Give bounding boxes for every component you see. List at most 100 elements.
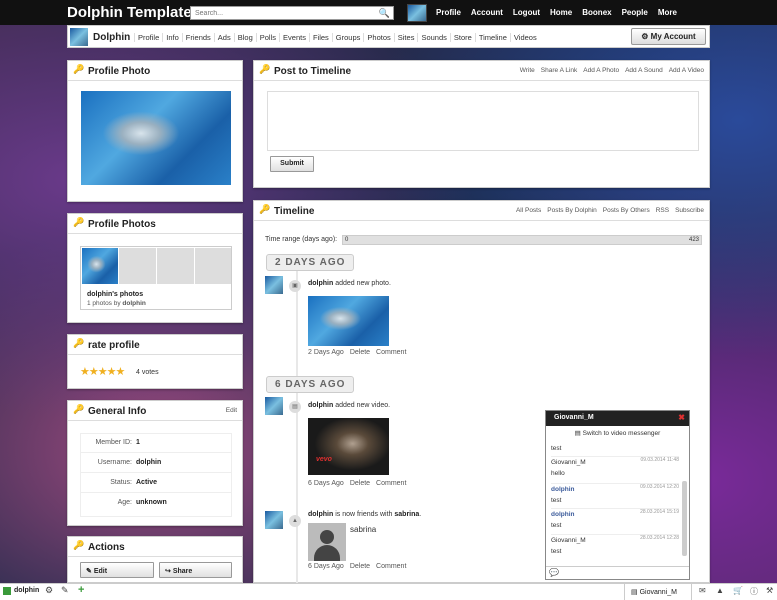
friend-avatar[interactable] — [308, 523, 346, 561]
rating-stars[interactable]: ★★★★★ — [80, 365, 125, 378]
filter-by-dolphin[interactable]: Posts By Dolphin — [547, 207, 597, 214]
edit-icon[interactable]: ✎ — [61, 585, 69, 596]
nav-more[interactable]: More — [658, 8, 677, 17]
entry-user[interactable]: dolphin — [308, 402, 333, 409]
close-icon[interactable]: ✖ — [678, 413, 685, 422]
subnav-item[interactable]: Store — [449, 33, 475, 42]
chat-tab[interactable]: ▤ Giovanni_M — [624, 584, 692, 600]
rss-link[interactable]: RSS — [656, 207, 669, 214]
subnav-item[interactable]: Timeline — [474, 33, 510, 42]
avatar[interactable] — [265, 276, 283, 294]
message-time: 09.03.2014 11:48 — [640, 457, 679, 463]
gear-icon[interactable]: ⚙ — [45, 585, 53, 596]
entry-meta: 6 Days Ago Delete Comment — [308, 563, 406, 570]
share-link-tool[interactable]: Share A Link — [541, 67, 578, 74]
subnav-item[interactable]: Info — [162, 33, 182, 42]
search-input[interactable] — [191, 7, 371, 19]
subnav-item[interactable]: Files — [308, 33, 332, 42]
key-icon: 🔑 — [73, 540, 85, 550]
comment-link[interactable]: Comment — [376, 480, 406, 487]
key-icon: 🔑 — [73, 338, 85, 348]
info-row: Username: dolphin — [80, 453, 232, 473]
range-min: 0 — [345, 237, 349, 243]
top-nav: Profile Account Logout Home Boonex Peopl… — [436, 8, 687, 17]
add-icon[interactable]: + — [78, 584, 84, 596]
album-name[interactable]: dolphin's photos — [87, 291, 143, 298]
avatar[interactable] — [407, 4, 427, 22]
entry-video[interactable]: vevo — [308, 418, 389, 475]
submit-button[interactable]: Submit — [270, 156, 314, 172]
nav-profile[interactable]: Profile — [436, 8, 461, 17]
nav-people[interactable]: People — [622, 8, 648, 17]
profile-photo[interactable] — [81, 91, 231, 185]
search-box[interactable]: 🔍 — [190, 6, 394, 20]
mail-icon[interactable]: ✉ — [699, 586, 706, 595]
info-icon[interactable]: ⓘ — [750, 586, 758, 597]
subnav-item[interactable]: Events — [279, 33, 309, 42]
delete-link[interactable]: Delete — [350, 349, 370, 356]
chat-scrollbar[interactable] — [682, 481, 687, 556]
nav-home[interactable]: Home — [550, 8, 572, 17]
search-icon[interactable]: 🔍 — [379, 8, 390, 19]
timeline-filters: All Posts Posts By Dolphin Posts By Othe… — [516, 207, 704, 214]
bottom-bar: dolphin ⚙ ✎ + ▤ Giovanni_M ✉ ▲ 🛒 ⓘ ⚒ — [0, 583, 777, 600]
add-sound-tool[interactable]: Add A Sound — [625, 67, 663, 74]
friend-name[interactable]: sabrina — [350, 525, 376, 534]
entry-photo[interactable] — [308, 296, 389, 346]
filter-by-others[interactable]: Posts By Others — [603, 207, 650, 214]
panel-title: General Info — [88, 406, 147, 417]
subnav-item[interactable]: Polls — [255, 33, 279, 42]
entry-action: is now friends with — [335, 511, 393, 518]
video-messenger-link[interactable]: ▤ Switch to video messenger — [546, 429, 689, 437]
comment-link[interactable]: Comment — [376, 349, 406, 356]
nav-logout[interactable]: Logout — [513, 8, 540, 17]
profile-name[interactable]: Dolphin — [93, 32, 130, 43]
subnav-item[interactable]: Profile — [134, 33, 162, 42]
avatar[interactable] — [265, 511, 283, 529]
message-time: 09.03.2014 12:20 — [640, 484, 679, 490]
subnav-item[interactable]: Videos — [509, 33, 540, 42]
share-profile-button[interactable]: ↪ Share — [159, 562, 232, 578]
comment-link[interactable]: Comment — [376, 563, 406, 570]
chat-message: dolphin 28.03.2014 15:19 test — [551, 508, 679, 529]
cart-icon[interactable]: 🛒 — [733, 586, 743, 595]
site-logo[interactable]: Dolphin Template — [67, 4, 192, 21]
subnav-item[interactable]: Photos — [363, 33, 393, 42]
write-tool[interactable]: Write — [520, 67, 535, 74]
info-key: Username: — [97, 459, 132, 466]
subnav-item[interactable]: Sounds — [417, 33, 449, 42]
user-icon[interactable]: ▲ — [716, 586, 724, 595]
edit-link[interactable]: Edit — [226, 407, 237, 414]
chat-input[interactable]: 💬 — [546, 566, 689, 579]
subnav-item[interactable]: Friends — [181, 33, 214, 42]
delete-link[interactable]: Delete — [350, 563, 370, 570]
entry-user[interactable]: dolphin — [308, 511, 333, 518]
entry-time: 2 Days Ago — [308, 349, 344, 356]
wrench-icon[interactable]: ⚒ — [766, 586, 773, 595]
time-range-slider[interactable]: 0 423 — [342, 235, 702, 245]
add-video-tool[interactable]: Add A Video — [669, 67, 704, 74]
photo-album[interactable]: dolphin's photos 1 photos by dolphin — [80, 246, 232, 310]
filter-all[interactable]: All Posts — [516, 207, 541, 214]
bottom-user[interactable]: dolphin — [14, 587, 39, 594]
subnav-item[interactable]: Sites — [393, 33, 418, 42]
edit-profile-button[interactable]: ✎ Edit — [80, 562, 154, 578]
delete-link[interactable]: Delete — [350, 480, 370, 487]
album-owner[interactable]: dolphin — [122, 300, 145, 307]
post-panel: 🔑 Post to Timeline Write Share A Link Ad… — [253, 60, 710, 188]
avatar[interactable] — [70, 28, 88, 46]
album-thumb[interactable] — [82, 248, 118, 284]
entry-user[interactable]: dolphin — [308, 280, 333, 287]
subnav-item[interactable]: Blog — [233, 33, 256, 42]
nav-account[interactable]: Account — [471, 8, 503, 17]
subnav-item[interactable]: Groups — [331, 33, 364, 42]
subnav-item[interactable]: Ads — [213, 33, 234, 42]
add-photo-tool[interactable]: Add A Photo — [583, 67, 619, 74]
subscribe-link[interactable]: Subscribe — [675, 207, 704, 214]
post-textarea[interactable] — [267, 91, 699, 151]
my-account-button[interactable]: ⚙ My Account — [631, 28, 706, 45]
nav-boonex[interactable]: Boonex — [582, 8, 611, 17]
chat-header[interactable]: Giovanni_M ✖ — [546, 411, 689, 426]
entry-friend[interactable]: sabrina — [394, 511, 419, 518]
avatar[interactable] — [265, 397, 283, 415]
